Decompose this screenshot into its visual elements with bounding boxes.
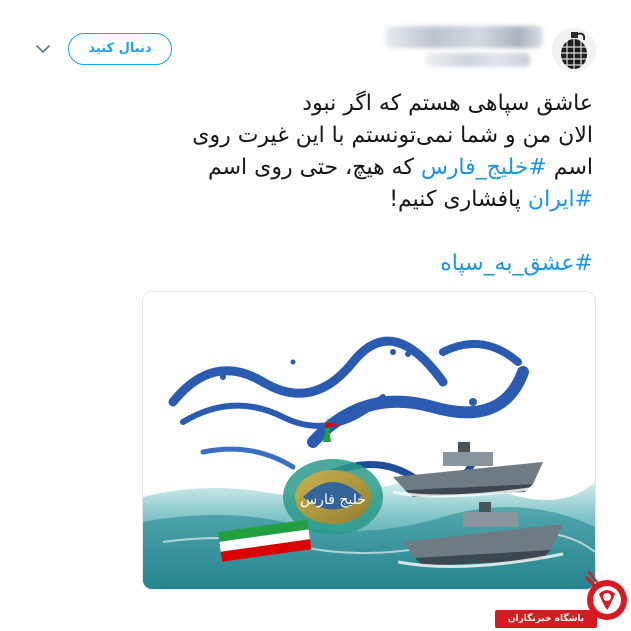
tweet-line: #ایران پافشاری کنیم! <box>53 184 593 216</box>
hashtag-link[interactable]: #عشق_به_سپاه <box>440 251 593 276</box>
avatar[interactable] <box>552 28 596 72</box>
tweet-line: عاشق سپاهی هستم که اگر نبود <box>302 91 593 116</box>
tweet-hashtag-line: #عشق_به_سپاه <box>440 248 593 280</box>
tweet-header: دنبال کنید <box>0 0 631 90</box>
hashtag-link[interactable]: #ایران <box>528 187 593 212</box>
tweet-text-segment: که هیچ، حتی روی اسم <box>207 155 421 180</box>
watermark: باشگاه خبرنگاران <box>489 558 631 631</box>
tweet-line: اسم #خلیج_فارس که هیچ، حتی روی اسم <box>53 152 593 184</box>
calligraphy-text: خلیج فارس <box>300 492 366 508</box>
tweet-line: الان من و شما نمی‌تونستم با این غیرت روی <box>192 123 593 148</box>
grenade-icon <box>552 28 596 72</box>
username-redacted[interactable] <box>425 53 530 67</box>
chevron-down-icon[interactable] <box>34 40 52 58</box>
hashtag-link[interactable]: #خلیج_فارس <box>421 155 547 180</box>
tweet-text: عاشق سپاهی هستم که اگر نبود الان من و شم… <box>53 88 593 216</box>
tweet-media-image[interactable]: خلیج فارس <box>142 291 596 590</box>
tweet-text-segment: پافشاری کنیم! <box>389 187 528 212</box>
display-name-redacted[interactable] <box>385 26 543 48</box>
follow-button[interactable]: دنبال کنید <box>68 33 172 65</box>
yjc-logo-icon <box>585 571 627 620</box>
tweet-text-segment: اسم <box>546 155 593 180</box>
